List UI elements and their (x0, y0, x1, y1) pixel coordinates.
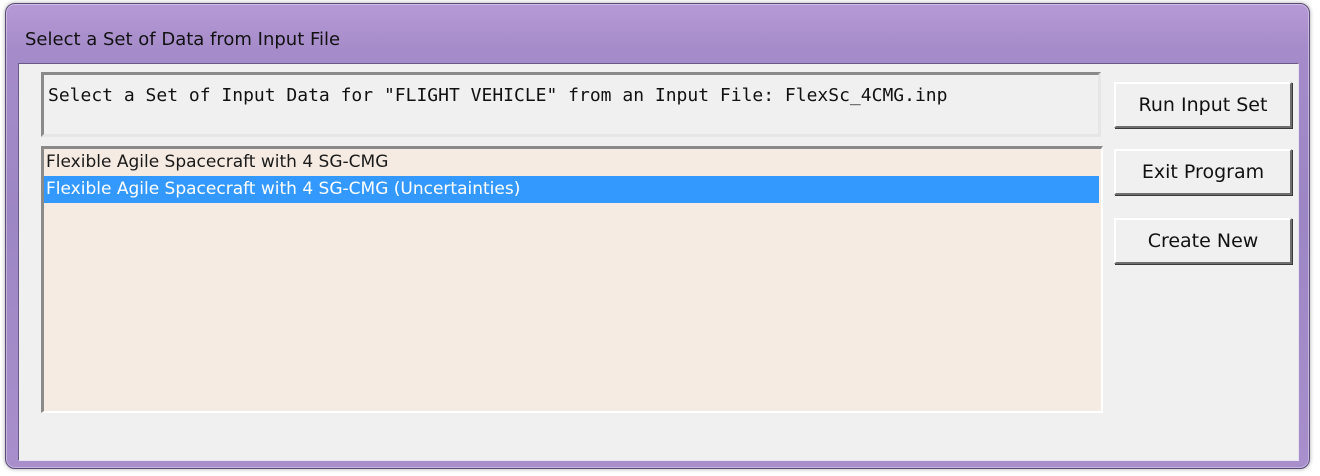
description-text: Select a Set of Input Data for "FLIGHT V… (48, 85, 948, 106)
input-set-listbox[interactable]: Flexible Agile Spacecraft with 4 SG-CMG … (41, 146, 1103, 413)
list-item[interactable]: Flexible Agile Spacecraft with 4 SG-CMG (44, 149, 1099, 176)
create-new-button[interactable]: Create New (1114, 218, 1292, 264)
list-item-selected[interactable]: Flexible Agile Spacecraft with 4 SG-CMG … (44, 176, 1099, 203)
dialog-window: Select a Set of Data from Input File Sel… (5, 3, 1310, 469)
exit-program-button[interactable]: Exit Program (1114, 149, 1292, 195)
description-panel: Select a Set of Input Data for "FLIGHT V… (41, 72, 1101, 137)
run-input-set-button[interactable]: Run Input Set (1114, 82, 1292, 128)
dialog-client-area: Select a Set of Input Data for "FLIGHT V… (18, 63, 1299, 461)
window-title: Select a Set of Data from Input File (25, 29, 341, 50)
